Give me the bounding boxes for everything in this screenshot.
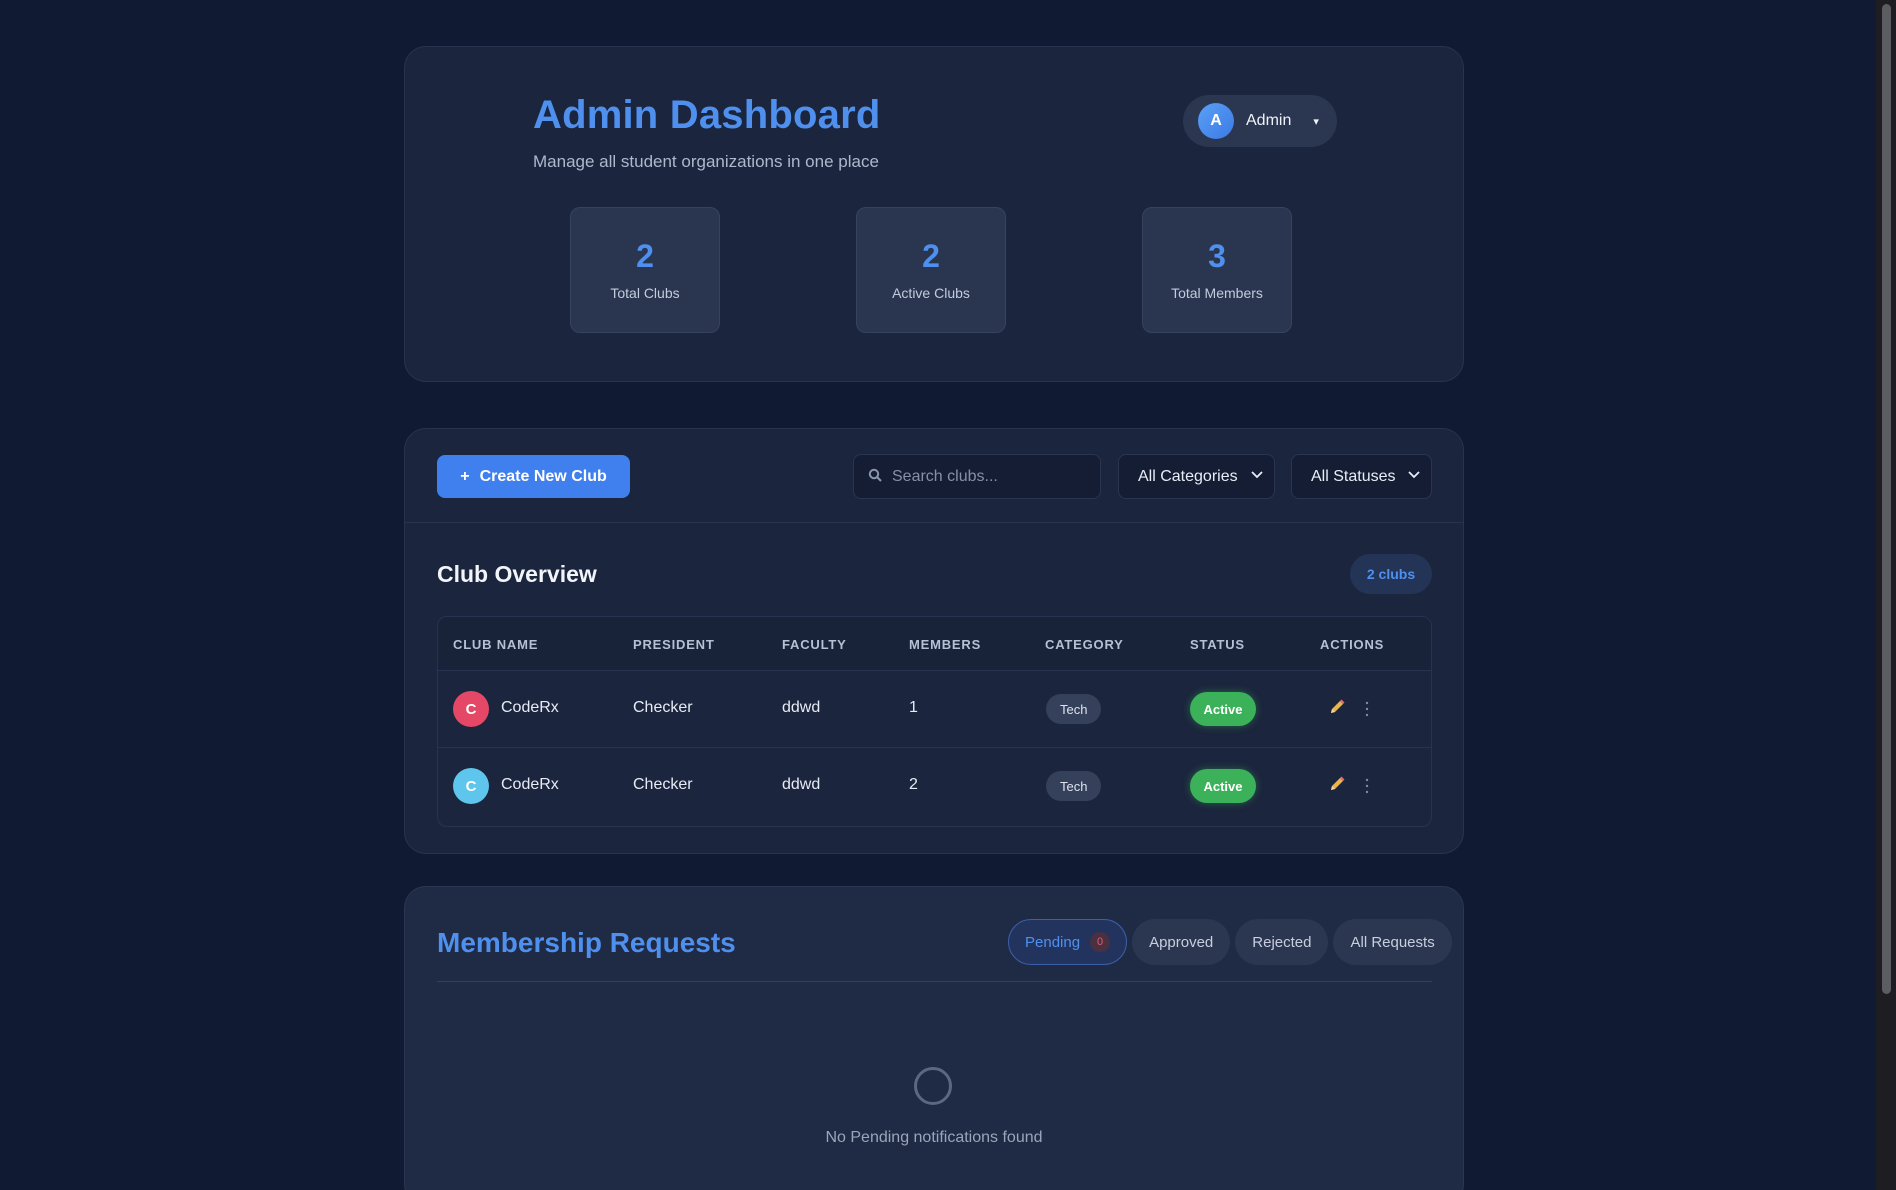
- club-president: Checker: [633, 699, 693, 716]
- tab-approved[interactable]: Approved: [1132, 919, 1231, 965]
- create-club-button[interactable]: + Create New Club: [437, 455, 630, 498]
- stat-label: Total Members: [1171, 285, 1263, 301]
- stat-total-members: 3 Total Members: [1142, 207, 1292, 333]
- pending-count-badge: 0: [1090, 932, 1111, 952]
- scrollbar-thumb[interactable]: [1882, 4, 1891, 994]
- category-select[interactable]: All Categories: [1118, 454, 1275, 499]
- column-header: STATUS: [1190, 637, 1245, 652]
- column-header: ACTIONS: [1320, 637, 1385, 652]
- plus-icon: +: [460, 467, 470, 485]
- stat-value: 3: [1208, 238, 1226, 274]
- category-tag: Tech: [1046, 771, 1102, 801]
- request-tabs: Pending 0 Approved Rejected All Requests: [1008, 919, 1452, 965]
- club-faculty: ddwd: [782, 776, 821, 793]
- pencil-icon[interactable]: [1328, 698, 1346, 716]
- stat-total-clubs: 2 Total Clubs: [570, 207, 720, 333]
- club-members: 2: [909, 776, 918, 793]
- empty-state-message: No Pending notifications found: [825, 1129, 1043, 1146]
- search-input[interactable]: [892, 467, 1092, 486]
- user-menu-button[interactable]: A Admin ▾: [1183, 95, 1337, 147]
- club-members: 1: [909, 699, 918, 716]
- tab-all-requests[interactable]: All Requests: [1333, 919, 1452, 965]
- table-header: CLUB NAME PRESIDENT FACULTY MEMBERS CATE…: [438, 617, 1431, 671]
- section-title: Membership Requests: [437, 927, 736, 958]
- avatar: A: [1198, 103, 1234, 139]
- page-scrollbar[interactable]: [1876, 0, 1896, 1190]
- status-badge: Active: [1190, 769, 1256, 803]
- more-vertical-icon[interactable]: [1364, 700, 1370, 718]
- user-name: Admin: [1246, 112, 1292, 129]
- chevron-down-icon: [1251, 471, 1263, 479]
- column-header: MEMBERS: [909, 637, 982, 652]
- stat-label: Total Clubs: [610, 285, 680, 301]
- page-subtitle: Manage all student organizations in one …: [533, 152, 879, 171]
- column-header: CATEGORY: [1045, 637, 1124, 652]
- column-header: CLUB NAME: [453, 637, 539, 652]
- status-badge: Active: [1190, 692, 1256, 726]
- category-tag: Tech: [1046, 694, 1102, 724]
- stat-active-clubs: 2 Active Clubs: [856, 207, 1006, 333]
- pencil-icon[interactable]: [1328, 775, 1346, 793]
- table-row[interactable]: C CodeRx Checker ddwd 2 Tech Active: [438, 748, 1431, 825]
- page-title: Admin Dashboard: [533, 93, 881, 137]
- status-select-value: All Statuses: [1311, 467, 1396, 485]
- club-avatar: C: [453, 691, 489, 727]
- tab-label: Pending: [1025, 933, 1081, 951]
- column-header: FACULTY: [782, 637, 847, 652]
- search-box[interactable]: [853, 454, 1101, 499]
- table-row[interactable]: C CodeRx Checker ddwd 1 Tech Active: [438, 671, 1431, 748]
- stat-label: Active Clubs: [892, 285, 970, 301]
- status-select[interactable]: All Statuses: [1291, 454, 1432, 499]
- column-header: PRESIDENT: [633, 637, 715, 652]
- header-card: Admin Dashboard Manage all student organ…: [404, 46, 1464, 382]
- club-name: CodeRx: [501, 699, 559, 716]
- membership-requests-card: Membership Requests Pending 0 Approved R…: [404, 886, 1464, 1190]
- clubs-toolbar: + Create New Club All Categories All Sta…: [405, 429, 1463, 523]
- divider: [437, 981, 1432, 982]
- clubs-card: + Create New Club All Categories All Sta…: [404, 428, 1464, 854]
- section-title: Club Overview: [437, 561, 597, 587]
- chevron-down-icon: [1408, 471, 1420, 479]
- stat-value: 2: [636, 238, 654, 274]
- club-avatar: C: [453, 768, 489, 804]
- club-name: CodeRx: [501, 776, 559, 793]
- category-select-value: All Categories: [1138, 467, 1238, 485]
- tab-pending[interactable]: Pending 0: [1008, 919, 1128, 965]
- club-faculty: ddwd: [782, 699, 821, 716]
- tab-rejected[interactable]: Rejected: [1235, 919, 1329, 965]
- stat-value: 2: [922, 238, 940, 274]
- clubs-count-badge: 2 clubs: [1350, 554, 1432, 594]
- club-president: Checker: [633, 776, 693, 793]
- clubs-table: CLUB NAME PRESIDENT FACULTY MEMBERS CATE…: [437, 616, 1432, 827]
- create-club-label: Create New Club: [479, 467, 607, 485]
- search-icon: [868, 468, 882, 485]
- more-vertical-icon[interactable]: [1364, 777, 1370, 795]
- caret-down-icon: ▾: [1313, 115, 1319, 128]
- loading-spinner-icon: [914, 1067, 952, 1105]
